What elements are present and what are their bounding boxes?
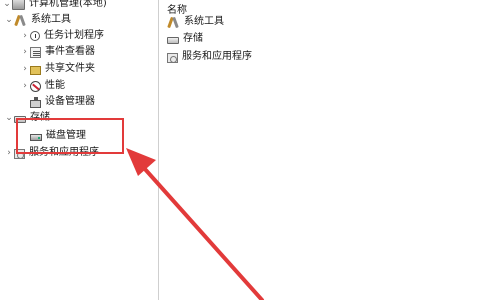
- tree-item-system-tools-label: 系统工具: [31, 14, 71, 25]
- list-item[interactable]: 服务和应用程序: [167, 49, 252, 65]
- chevron-right-icon[interactable]: ›: [4, 148, 14, 158]
- tree-item-device-manager[interactable]: 设备管理器: [30, 94, 95, 110]
- chevron-down-icon[interactable]: ⌄: [4, 113, 14, 123]
- performance-icon: [30, 80, 41, 92]
- tree-item-shared-folders[interactable]: › 共享文件夹: [20, 61, 95, 77]
- tree-item-device-manager-label: 设备管理器: [45, 96, 95, 107]
- shared-folders-icon: [30, 65, 41, 75]
- computer-management-icon: [12, 0, 25, 10]
- chevron-right-icon[interactable]: ›: [20, 64, 30, 74]
- list-item-label: 存储: [183, 33, 203, 44]
- list-item[interactable]: 存储: [167, 31, 203, 47]
- list-item-label: 服务和应用程序: [182, 51, 252, 62]
- chevron-right-icon[interactable]: ›: [20, 47, 30, 57]
- device-manager-icon: [30, 96, 41, 108]
- tree-item-task-scheduler[interactable]: › 任务计划程序: [20, 28, 104, 44]
- tree-item-system-tools[interactable]: ⌄ 系统工具: [4, 12, 71, 28]
- list-item[interactable]: 系统工具: [167, 14, 224, 30]
- chevron-right-icon[interactable]: ›: [20, 81, 30, 91]
- tree-item-task-scheduler-label: 任务计划程序: [44, 30, 104, 41]
- list-item-label: 系统工具: [184, 16, 224, 27]
- system-tools-icon: [14, 14, 27, 27]
- tree-item-shared-folders-label: 共享文件夹: [45, 63, 95, 74]
- details-pane: 名称 系统工具 存储 服务和应用程序: [159, 0, 480, 300]
- system-tools-icon: [167, 16, 180, 29]
- tree-item-root-label: 计算机管理(本地): [29, 0, 107, 9]
- chevron-right-icon[interactable]: ›: [20, 31, 30, 41]
- event-viewer-icon: [30, 46, 41, 58]
- tree-item-event-viewer[interactable]: › 事件查看器: [20, 44, 95, 60]
- storage-icon: [167, 37, 179, 44]
- annotation-highlight-box: [16, 118, 124, 154]
- task-scheduler-icon: [30, 31, 40, 41]
- tree-item-event-viewer-label: 事件查看器: [45, 46, 95, 57]
- tree-item-performance[interactable]: › 性能: [20, 78, 65, 94]
- chevron-down-icon[interactable]: ⌄: [2, 0, 12, 9]
- tree-item-performance-label: 性能: [45, 80, 65, 91]
- services-applications-icon: [167, 52, 178, 63]
- tree-item-root[interactable]: ⌄ 计算机管理(本地): [2, 0, 107, 12]
- console-tree-pane: ⌄ 计算机管理(本地) ⌄ 系统工具 › 任务计划程序 › 事件查看器 › 共享…: [0, 0, 158, 300]
- chevron-down-icon[interactable]: ⌄: [4, 15, 14, 25]
